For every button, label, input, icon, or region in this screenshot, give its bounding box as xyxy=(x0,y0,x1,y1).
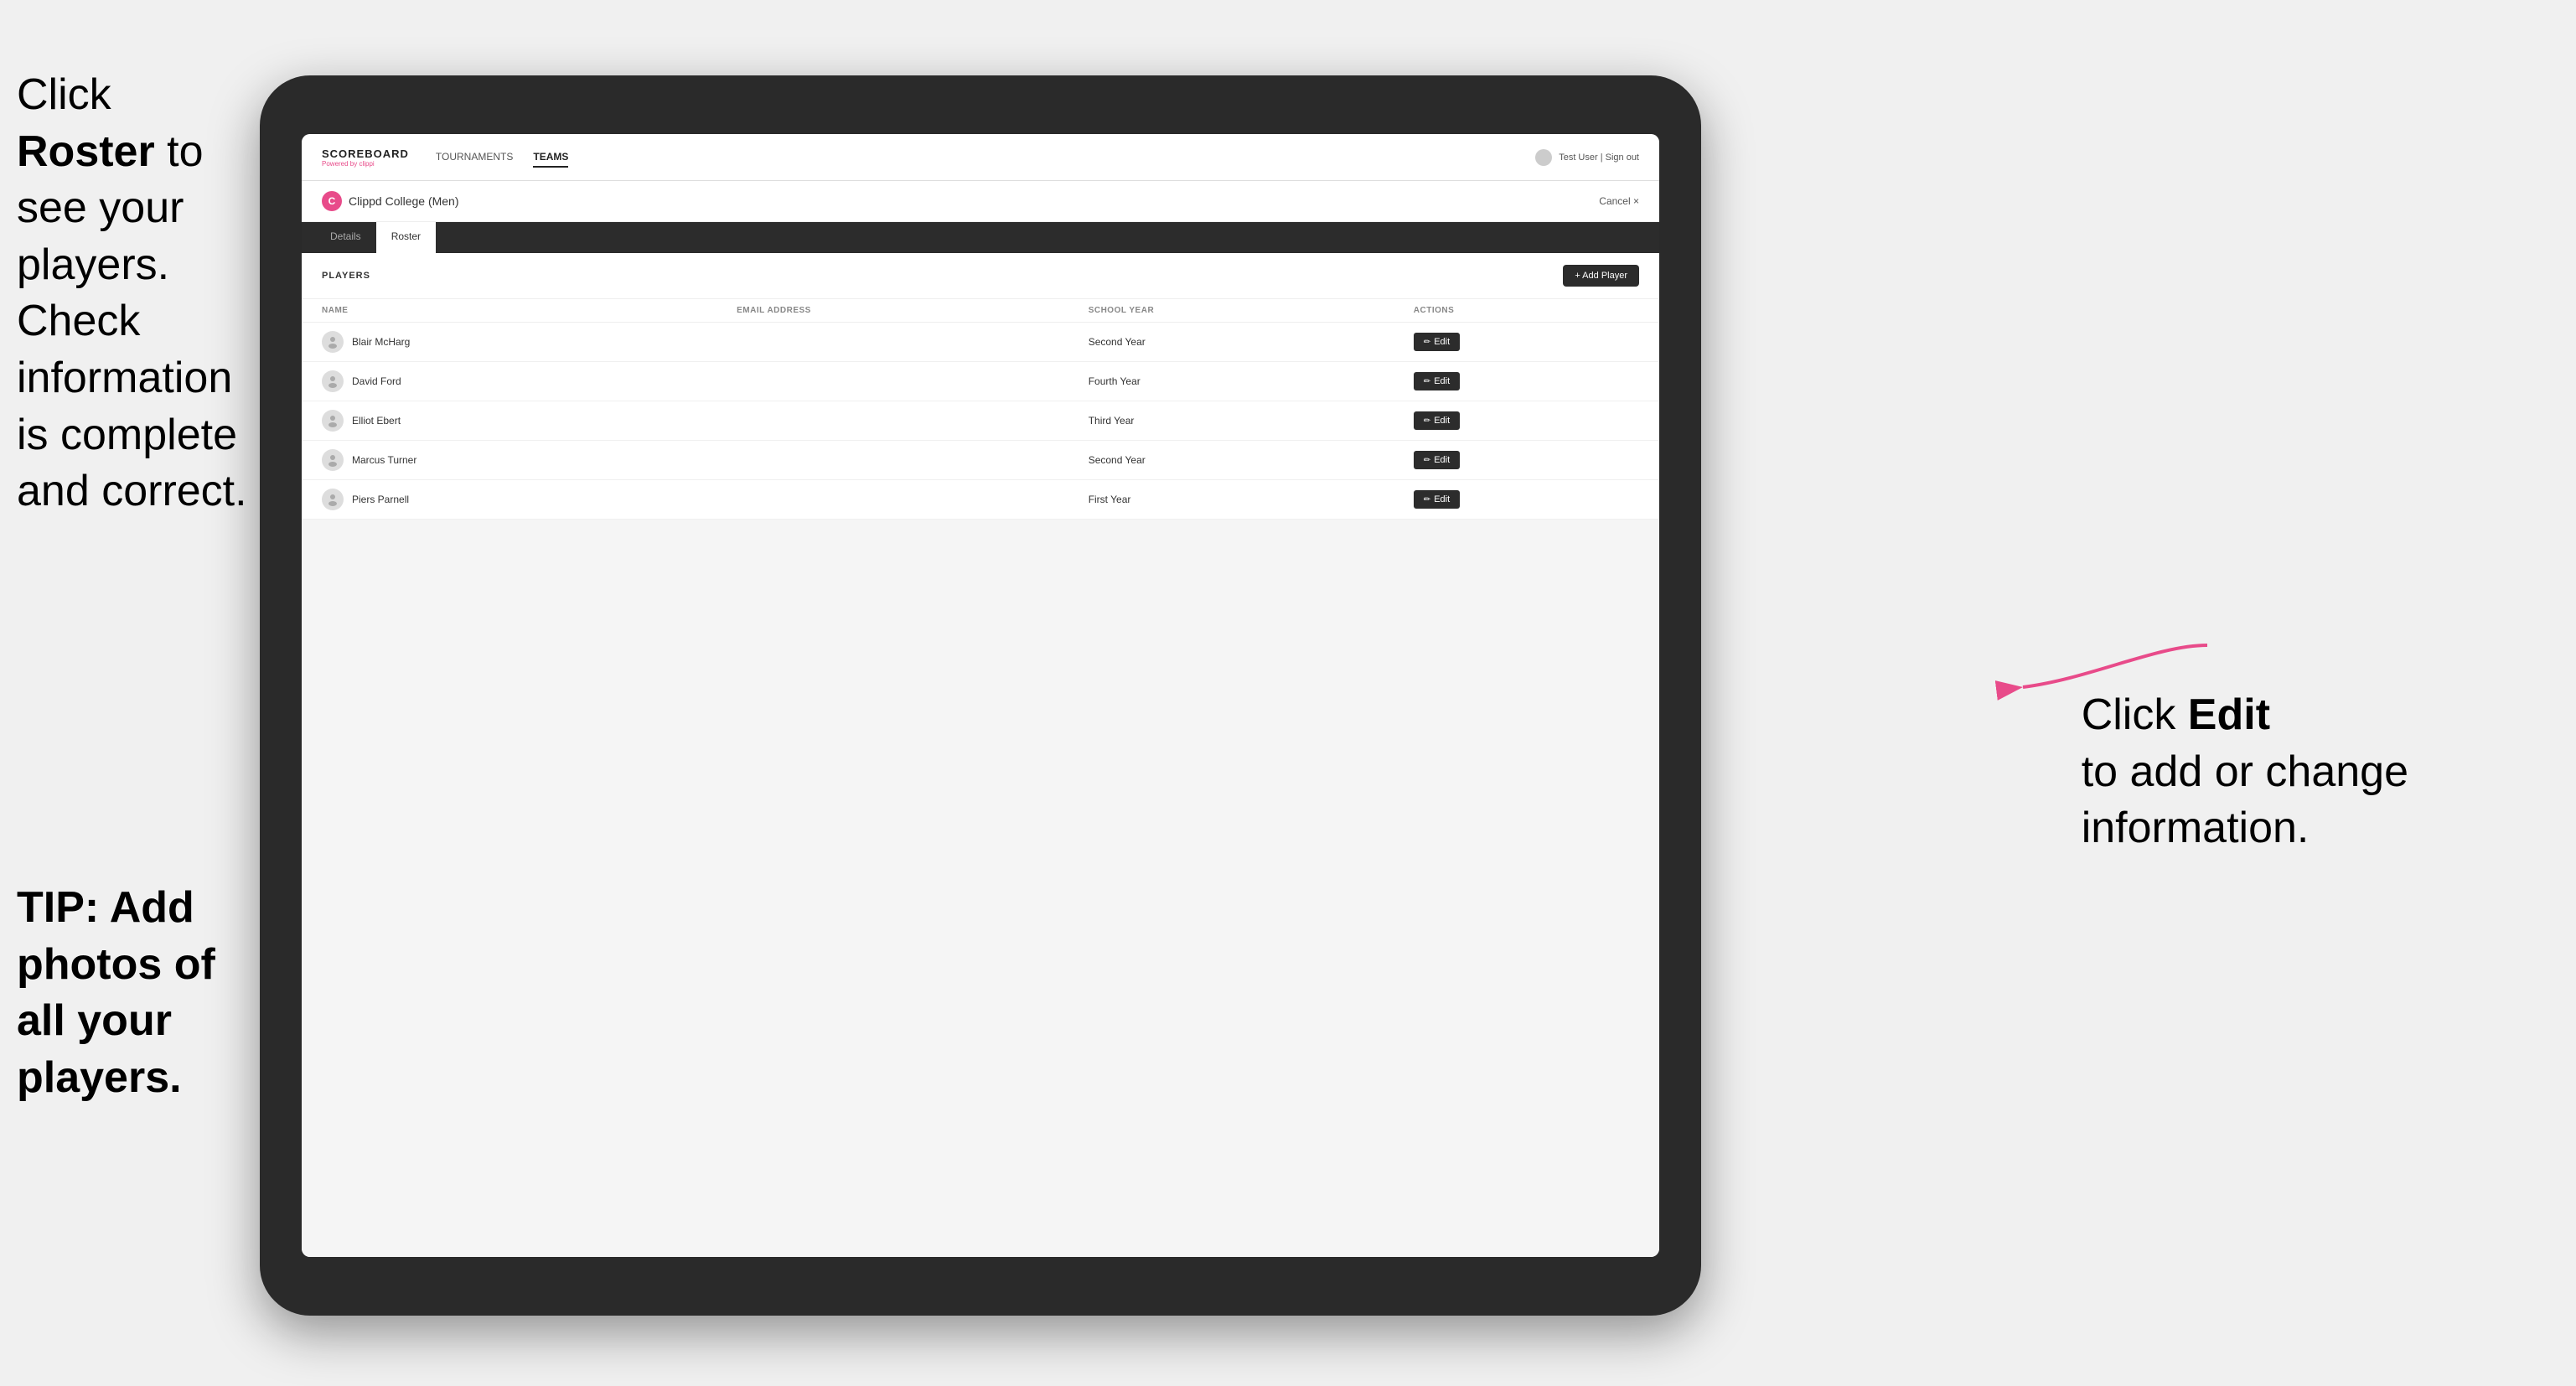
player-name-cell: Marcus Turner xyxy=(302,441,716,480)
player-avatar xyxy=(322,410,344,432)
roster-bold-text: Roster xyxy=(17,127,155,176)
player-name: David Ford xyxy=(352,375,401,387)
team-header: C Clippd College (Men) Cancel × xyxy=(302,181,1659,222)
col-name: NAME xyxy=(302,299,716,323)
nav-tournaments[interactable]: TOURNAMENTS xyxy=(436,147,513,168)
player-name-cell: David Ford xyxy=(302,362,716,401)
table-row: David Ford Fourth Year Edit xyxy=(302,362,1659,401)
player-actions: Edit xyxy=(1394,362,1659,401)
col-year: SCHOOL YEAR xyxy=(1068,299,1394,323)
nav-teams[interactable]: TEAMS xyxy=(533,147,568,168)
player-year: Fourth Year xyxy=(1068,362,1394,401)
players-section: PLAYERS + Add Player NAME EMAIL ADDRESS … xyxy=(302,253,1659,520)
edit-button[interactable]: Edit xyxy=(1414,451,1460,469)
player-avatar xyxy=(322,449,344,471)
right-annotation: Click Editto add or changeinformation. xyxy=(2082,687,2408,857)
player-year: First Year xyxy=(1068,480,1394,520)
table-row: Piers Parnell First Year Edit xyxy=(302,480,1659,520)
edit-button[interactable]: Edit xyxy=(1414,333,1460,351)
brand-title: SCOREBOARD xyxy=(322,147,409,160)
player-avatar xyxy=(322,489,344,510)
player-name-cell: Elliot Ebert xyxy=(302,401,716,441)
col-actions: ACTIONS xyxy=(1394,299,1659,323)
tablet-frame: SCOREBOARD Powered by clippi TOURNAMENTS… xyxy=(260,75,1701,1316)
table-row: Marcus Turner Second Year Edit xyxy=(302,441,1659,480)
pencil-icon xyxy=(1424,494,1430,504)
tab-roster[interactable]: Roster xyxy=(376,222,436,253)
edit-button[interactable]: Edit xyxy=(1414,372,1460,390)
nav-right: Test User | Sign out xyxy=(1535,149,1639,166)
players-table: NAME EMAIL ADDRESS SCHOOL YEAR ACTIONS B… xyxy=(302,299,1659,520)
player-name: Marcus Turner xyxy=(352,454,416,466)
team-name-row: C Clippd College (Men) xyxy=(322,191,459,211)
player-avatar xyxy=(322,331,344,353)
player-year: Third Year xyxy=(1068,401,1394,441)
user-avatar xyxy=(1535,149,1552,166)
brand: SCOREBOARD Powered by clippi xyxy=(322,147,409,168)
tabs-bar: Details Roster xyxy=(302,222,1659,253)
player-actions: Edit xyxy=(1394,401,1659,441)
tab-details[interactable]: Details xyxy=(315,222,376,253)
player-avatar xyxy=(322,370,344,392)
user-text: Test User | Sign out xyxy=(1559,153,1639,163)
player-name-cell: Blair McHarg xyxy=(302,323,716,362)
player-email xyxy=(716,441,1068,480)
table-row: Blair McHarg Second Year Edit xyxy=(302,323,1659,362)
players-header: PLAYERS + Add Player xyxy=(302,253,1659,299)
pencil-icon xyxy=(1424,376,1430,386)
tablet-screen: SCOREBOARD Powered by clippi TOURNAMENTS… xyxy=(302,134,1659,1257)
player-name-cell: Piers Parnell xyxy=(302,480,716,520)
page-content: C Clippd College (Men) Cancel × Details … xyxy=(302,181,1659,1257)
player-actions: Edit xyxy=(1394,441,1659,480)
team-icon: C xyxy=(322,191,342,211)
cancel-button[interactable]: Cancel × xyxy=(1599,195,1639,207)
nav-links: TOURNAMENTS TEAMS xyxy=(436,147,1535,168)
player-email xyxy=(716,362,1068,401)
table-row: Elliot Ebert Third Year Edit xyxy=(302,401,1659,441)
player-email xyxy=(716,480,1068,520)
player-year: Second Year xyxy=(1068,323,1394,362)
pencil-icon xyxy=(1424,416,1430,426)
players-title: PLAYERS xyxy=(322,271,370,281)
player-name: Blair McHarg xyxy=(352,336,410,348)
pencil-icon xyxy=(1424,337,1430,347)
edit-arrow xyxy=(2006,637,2216,704)
player-name: Elliot Ebert xyxy=(352,415,401,427)
player-email xyxy=(716,323,1068,362)
navbar: SCOREBOARD Powered by clippi TOURNAMENTS… xyxy=(302,134,1659,181)
edit-button[interactable]: Edit xyxy=(1414,490,1460,509)
player-actions: Edit xyxy=(1394,323,1659,362)
player-year: Second Year xyxy=(1068,441,1394,480)
player-actions: Edit xyxy=(1394,480,1659,520)
player-name: Piers Parnell xyxy=(352,494,409,505)
left-annotation: Click Roster to see your players. Check … xyxy=(17,67,260,520)
brand-sub: Powered by clippi xyxy=(322,160,409,168)
col-email: EMAIL ADDRESS xyxy=(716,299,1068,323)
add-player-button[interactable]: + Add Player xyxy=(1563,265,1639,287)
player-email xyxy=(716,401,1068,441)
pencil-icon xyxy=(1424,455,1430,465)
edit-button[interactable]: Edit xyxy=(1414,411,1460,430)
team-name-text: Clippd College (Men) xyxy=(349,194,459,208)
table-header-row: NAME EMAIL ADDRESS SCHOOL YEAR ACTIONS xyxy=(302,299,1659,323)
tip-annotation: TIP: Add photos ofall your players. xyxy=(17,880,285,1106)
